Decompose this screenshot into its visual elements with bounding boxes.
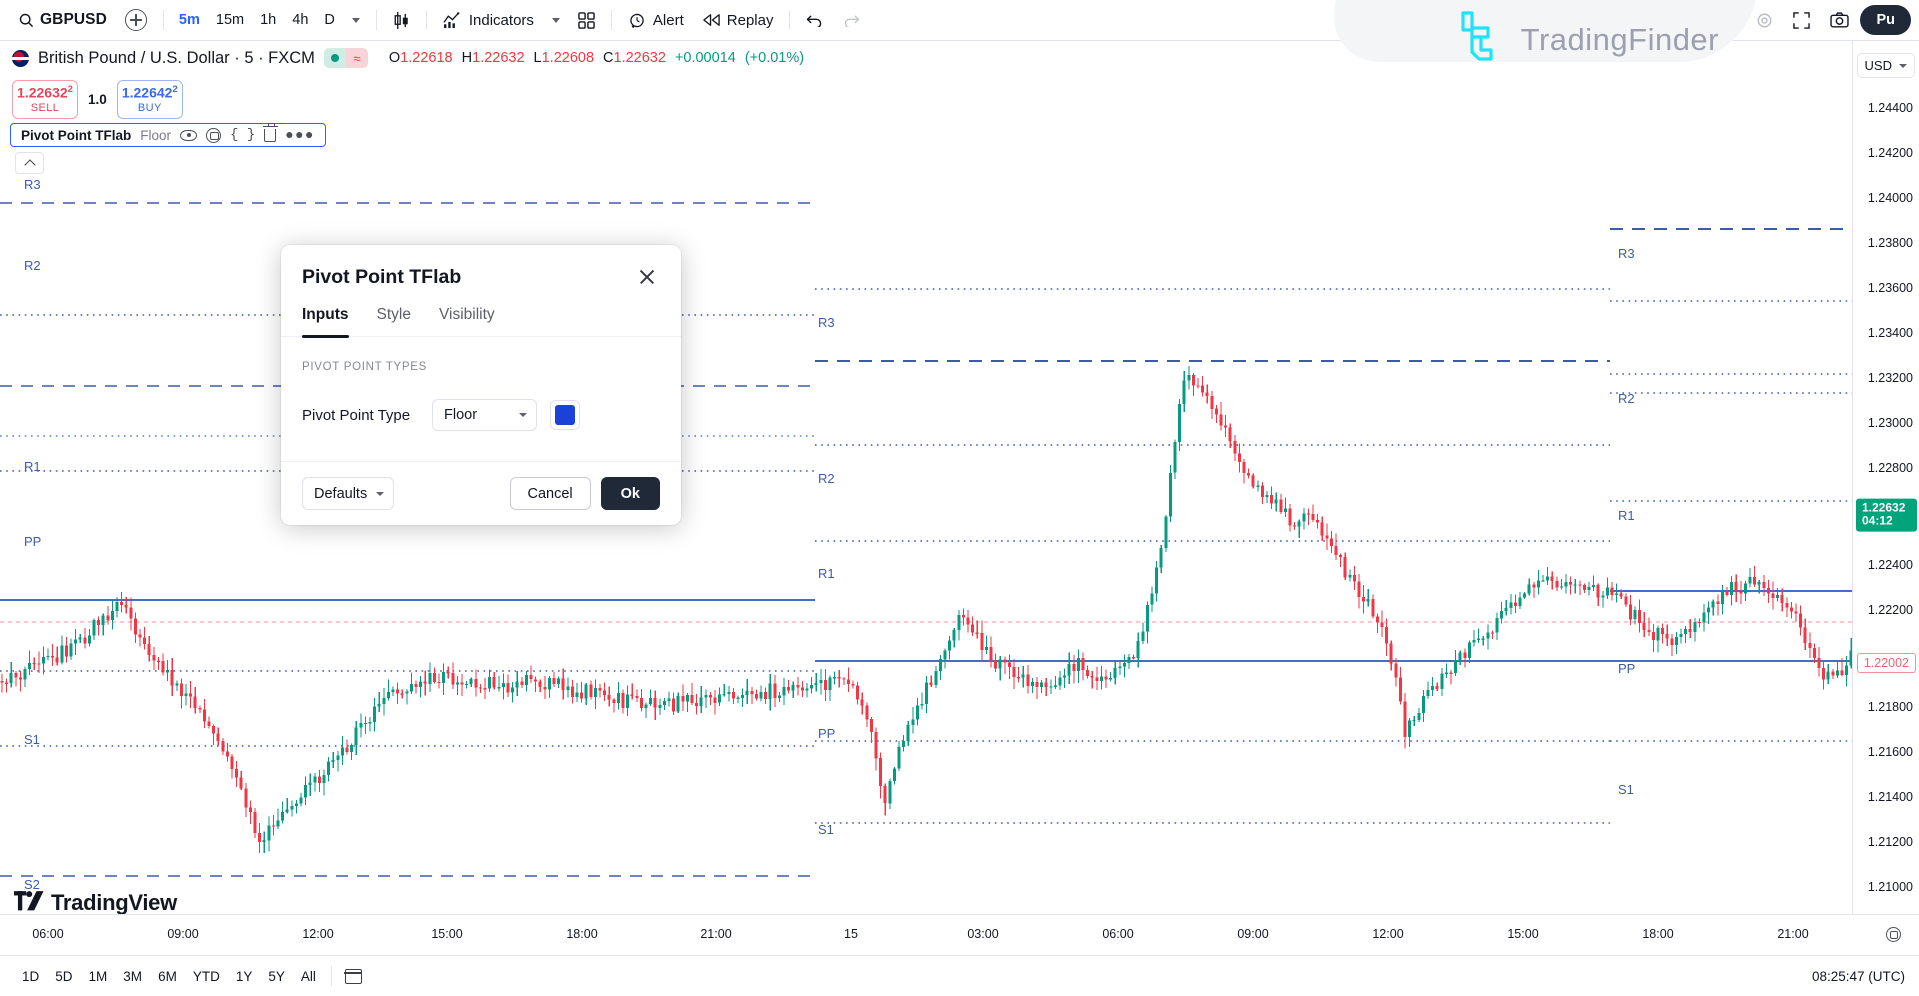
dialog-header: Pivot Point TFlab <box>281 245 681 290</box>
pivot-point-type-value: Floor <box>444 407 477 423</box>
defaults-label: Defaults <box>314 486 367 502</box>
section-caption: PIVOT POINT TYPES <box>302 361 660 373</box>
close-icon[interactable] <box>634 264 660 290</box>
defaults-dropdown[interactable]: Defaults <box>302 477 394 510</box>
color-swatch <box>555 405 575 425</box>
chevron-down-icon <box>376 492 384 496</box>
pivot-point-type-select[interactable]: Floor <box>432 399 537 431</box>
pivot-point-settings-dialog: Pivot Point TFlab Inputs Style Visibilit… <box>281 245 681 525</box>
dialog-footer: Defaults Cancel Ok <box>281 461 681 525</box>
tab-style[interactable]: Style <box>377 306 411 336</box>
dialog-actions: Cancel Ok <box>510 477 660 510</box>
cancel-button[interactable]: Cancel <box>510 477 591 510</box>
tab-visibility[interactable]: Visibility <box>439 306 495 336</box>
pivot-color-picker[interactable] <box>550 400 580 430</box>
pivot-point-type-label: Pivot Point Type <box>302 407 419 424</box>
pivot-point-type-row: Pivot Point Type Floor <box>302 399 660 431</box>
dialog-tabs: Inputs Style Visibility <box>281 290 681 337</box>
tab-inputs[interactable]: Inputs <box>302 306 349 336</box>
dialog-body: PIVOT POINT TYPES Pivot Point Type Floor <box>281 337 681 461</box>
ok-button[interactable]: Ok <box>601 477 660 510</box>
chevron-down-icon <box>519 413 527 417</box>
dialog-title: Pivot Point TFlab <box>302 266 461 289</box>
tradingview-chart-app: GBPUSD 5m 15m 1h 4h D <box>0 0 1919 996</box>
